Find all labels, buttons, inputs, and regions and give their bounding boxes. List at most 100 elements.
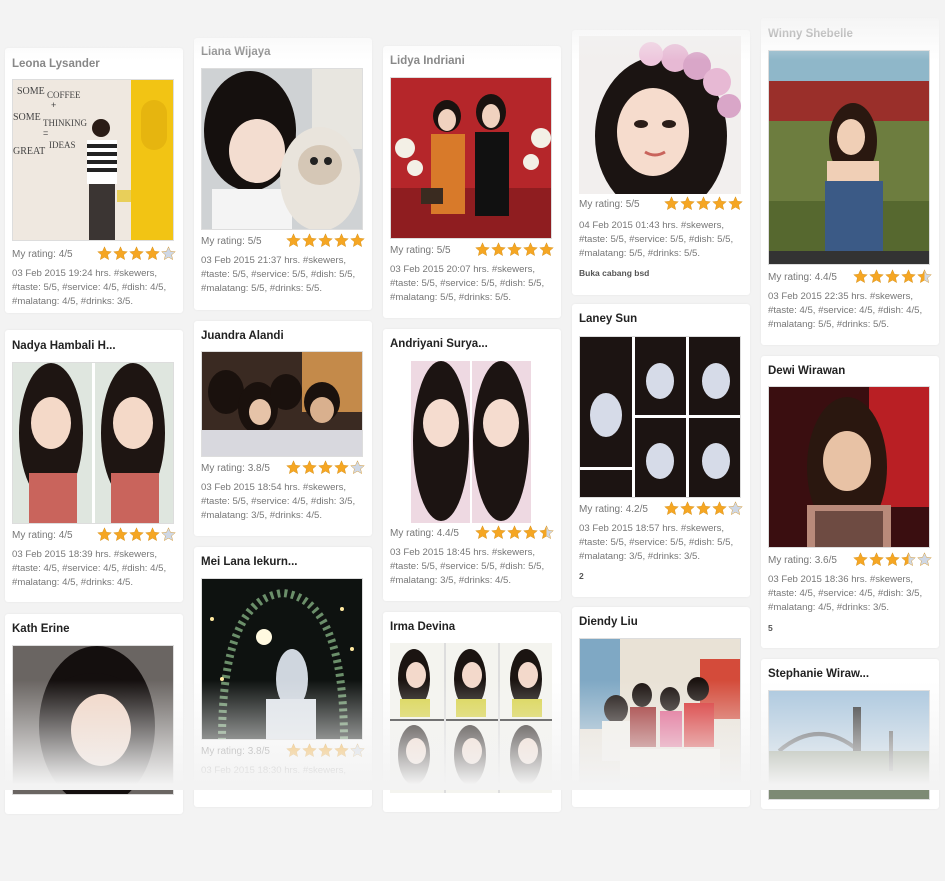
star-filled-icon — [523, 525, 538, 540]
star-filled-icon — [475, 242, 490, 257]
star-rating — [285, 460, 365, 476]
reviewer-photo[interactable] — [390, 643, 552, 793]
reviewer-name[interactable]: Nadya Hambali H... — [12, 340, 116, 352]
reviewer-name[interactable]: Winny Shebelle — [768, 28, 853, 40]
star-filled-icon — [286, 743, 301, 758]
review-card[interactable]: Diendy Liu — [572, 607, 750, 807]
review-card[interactable]: Stephanie Wiraw... — [761, 659, 939, 809]
reviewer-photo[interactable] — [12, 645, 174, 795]
reviewer-name[interactable]: Stephanie Wiraw... — [768, 668, 869, 680]
svg-text:COFFEE: COFFEE — [47, 90, 81, 100]
review-note: 5 — [768, 623, 773, 633]
review-text: 04 Feb 2015 01:43 hrs. #skewers, #taste:… — [579, 220, 734, 259]
review-card[interactable]: Lidya Indriani My rating: 5/5 03 Feb 201… — [383, 46, 561, 318]
reviewer-name[interactable]: Dewi Wirawan — [768, 365, 845, 377]
star-filled-icon — [97, 527, 112, 542]
reviewer-photo[interactable] — [768, 690, 930, 800]
star-rating — [96, 246, 176, 262]
rating-text: My rating: 5/5 — [579, 199, 640, 210]
star-empty-icon — [917, 552, 932, 567]
star-filled-icon — [539, 242, 554, 257]
reviewer-photo[interactable] — [579, 638, 741, 788]
reviewer-name[interactable]: Mei Lana Iekurn... — [201, 556, 298, 568]
star-filled-icon — [507, 242, 522, 257]
review-card[interactable]: Andriyani Surya... My rating: 4.4/5 03 F… — [383, 329, 561, 601]
reviewer-name[interactable]: Juandra Alandi — [201, 330, 284, 342]
review-card[interactable]: Irma Devina — [383, 612, 561, 812]
star-filled-icon — [491, 242, 506, 257]
star-filled-icon — [712, 196, 727, 211]
review-text: 03 Feb 2015 19:24 hrs. #skewers, #taste:… — [12, 268, 167, 307]
star-filled-icon — [539, 525, 554, 540]
reviewer-photo[interactable] — [201, 68, 363, 230]
rating-row: My rating: 5/5 — [390, 242, 554, 258]
review-card[interactable]: Winny Shebelle My rating: 4.4/5 03 Feb 2… — [761, 18, 939, 345]
star-filled-icon — [334, 743, 349, 758]
wall-text: SOME — [17, 86, 45, 97]
reviewer-photo[interactable] — [579, 336, 741, 498]
star-rating — [663, 501, 743, 517]
star-filled-icon — [523, 242, 538, 257]
review-card[interactable]: Mei Lana Iekurn... My rating: 3.8/5 03 F… — [194, 547, 372, 807]
review-text: 03 Feb 2015 18:39 hrs. #skewers, #taste:… — [12, 549, 167, 588]
star-filled-icon — [712, 501, 727, 516]
reviewer-name[interactable]: Diendy Liu — [579, 616, 638, 628]
star-filled-icon — [302, 233, 317, 248]
star-filled-icon — [696, 501, 711, 516]
review-card[interactable]: Laney Sun My rating: 4.2/5 03 Feb 2015 1… — [572, 304, 750, 597]
rating-text: My rating: 4.4/5 — [768, 272, 837, 283]
star-filled-icon — [885, 269, 900, 284]
review-card[interactable]: Kath Erine — [5, 614, 183, 814]
reviewer-name[interactable]: Liana Wijaya — [201, 46, 271, 58]
rating-row: My rating: 5/5 — [579, 196, 743, 212]
svg-text:SOME: SOME — [13, 112, 41, 123]
review-note: Buka cabang bsd — [579, 268, 650, 278]
review-text: 03 Feb 2015 18:54 hrs. #skewers, #taste:… — [201, 482, 356, 521]
star-filled-icon — [885, 552, 900, 567]
review-note: 2 — [579, 571, 584, 581]
review-card[interactable]: Leona Lysander SOME COFFEE + SOME THINKI… — [5, 48, 183, 313]
review-card[interactable]: Dewi Wirawan My rating: 3.6/5 03 Feb 201… — [761, 356, 939, 648]
reviewer-photo[interactable] — [201, 351, 363, 457]
star-filled-icon — [869, 269, 884, 284]
review-card[interactable]: Nadya Hambali H... My rating: 4/5 03 Feb… — [5, 330, 183, 602]
reviewer-name[interactable]: Lidya Indriani — [390, 55, 465, 67]
star-filled-icon — [664, 501, 679, 516]
star-filled-icon — [491, 525, 506, 540]
star-empty-icon — [350, 743, 365, 758]
review-text: 03 Feb 2015 18:30 hrs. #skewers, — [201, 765, 347, 776]
svg-text:=: = — [43, 128, 48, 138]
reviewer-photo[interactable] — [390, 77, 552, 239]
reviewer-photo[interactable]: SOME COFFEE + SOME THINKING = GREAT IDEA… — [12, 79, 174, 241]
star-filled-icon — [318, 460, 333, 475]
rating-row: My rating: 3.8/5 — [201, 743, 365, 759]
reviewer-name[interactable]: Kath Erine — [12, 623, 70, 635]
star-filled-icon — [664, 196, 679, 211]
review-card[interactable]: Liana Wijaya My rating: 5/5 03 Feb 2015 … — [194, 38, 372, 310]
reviewer-photo[interactable] — [579, 36, 741, 194]
rating-text: My rating: 5/5 — [201, 236, 262, 247]
reviewer-photo[interactable] — [411, 361, 531, 523]
star-filled-icon — [917, 269, 932, 284]
rating-row: My rating: 4/5 — [12, 246, 176, 262]
star-filled-icon — [129, 246, 144, 261]
star-filled-icon — [302, 743, 317, 758]
review-card[interactable]: Juandra Alandi My rating: 3.8/5 03 Feb 2… — [194, 321, 372, 536]
reviewer-name[interactable]: Irma Devina — [390, 621, 455, 633]
review-text: 03 Feb 2015 22:35 hrs. #skewers, #taste:… — [768, 291, 923, 330]
star-filled-icon — [680, 501, 695, 516]
reviewer-photo[interactable] — [12, 362, 174, 524]
reviewer-photo[interactable] — [768, 386, 930, 548]
reviewer-photo[interactable] — [201, 578, 363, 740]
reviewer-name[interactable]: Andriyani Surya... — [390, 338, 488, 350]
rating-text: My rating: 4.4/5 — [390, 528, 459, 539]
reviewer-name[interactable]: Leona Lysander — [12, 58, 100, 70]
reviewer-name[interactable]: Laney Sun — [579, 313, 637, 325]
review-card[interactable]: My rating: 5/5 04 Feb 2015 01:43 hrs. #s… — [572, 30, 750, 295]
rating-row: My rating: 4.2/5 — [579, 501, 743, 517]
rating-text: My rating: 3.8/5 — [201, 463, 270, 474]
svg-text:+: + — [51, 100, 56, 110]
svg-text:IDEAS: IDEAS — [49, 140, 76, 150]
reviewer-photo[interactable] — [768, 50, 930, 265]
star-filled-icon — [853, 552, 868, 567]
